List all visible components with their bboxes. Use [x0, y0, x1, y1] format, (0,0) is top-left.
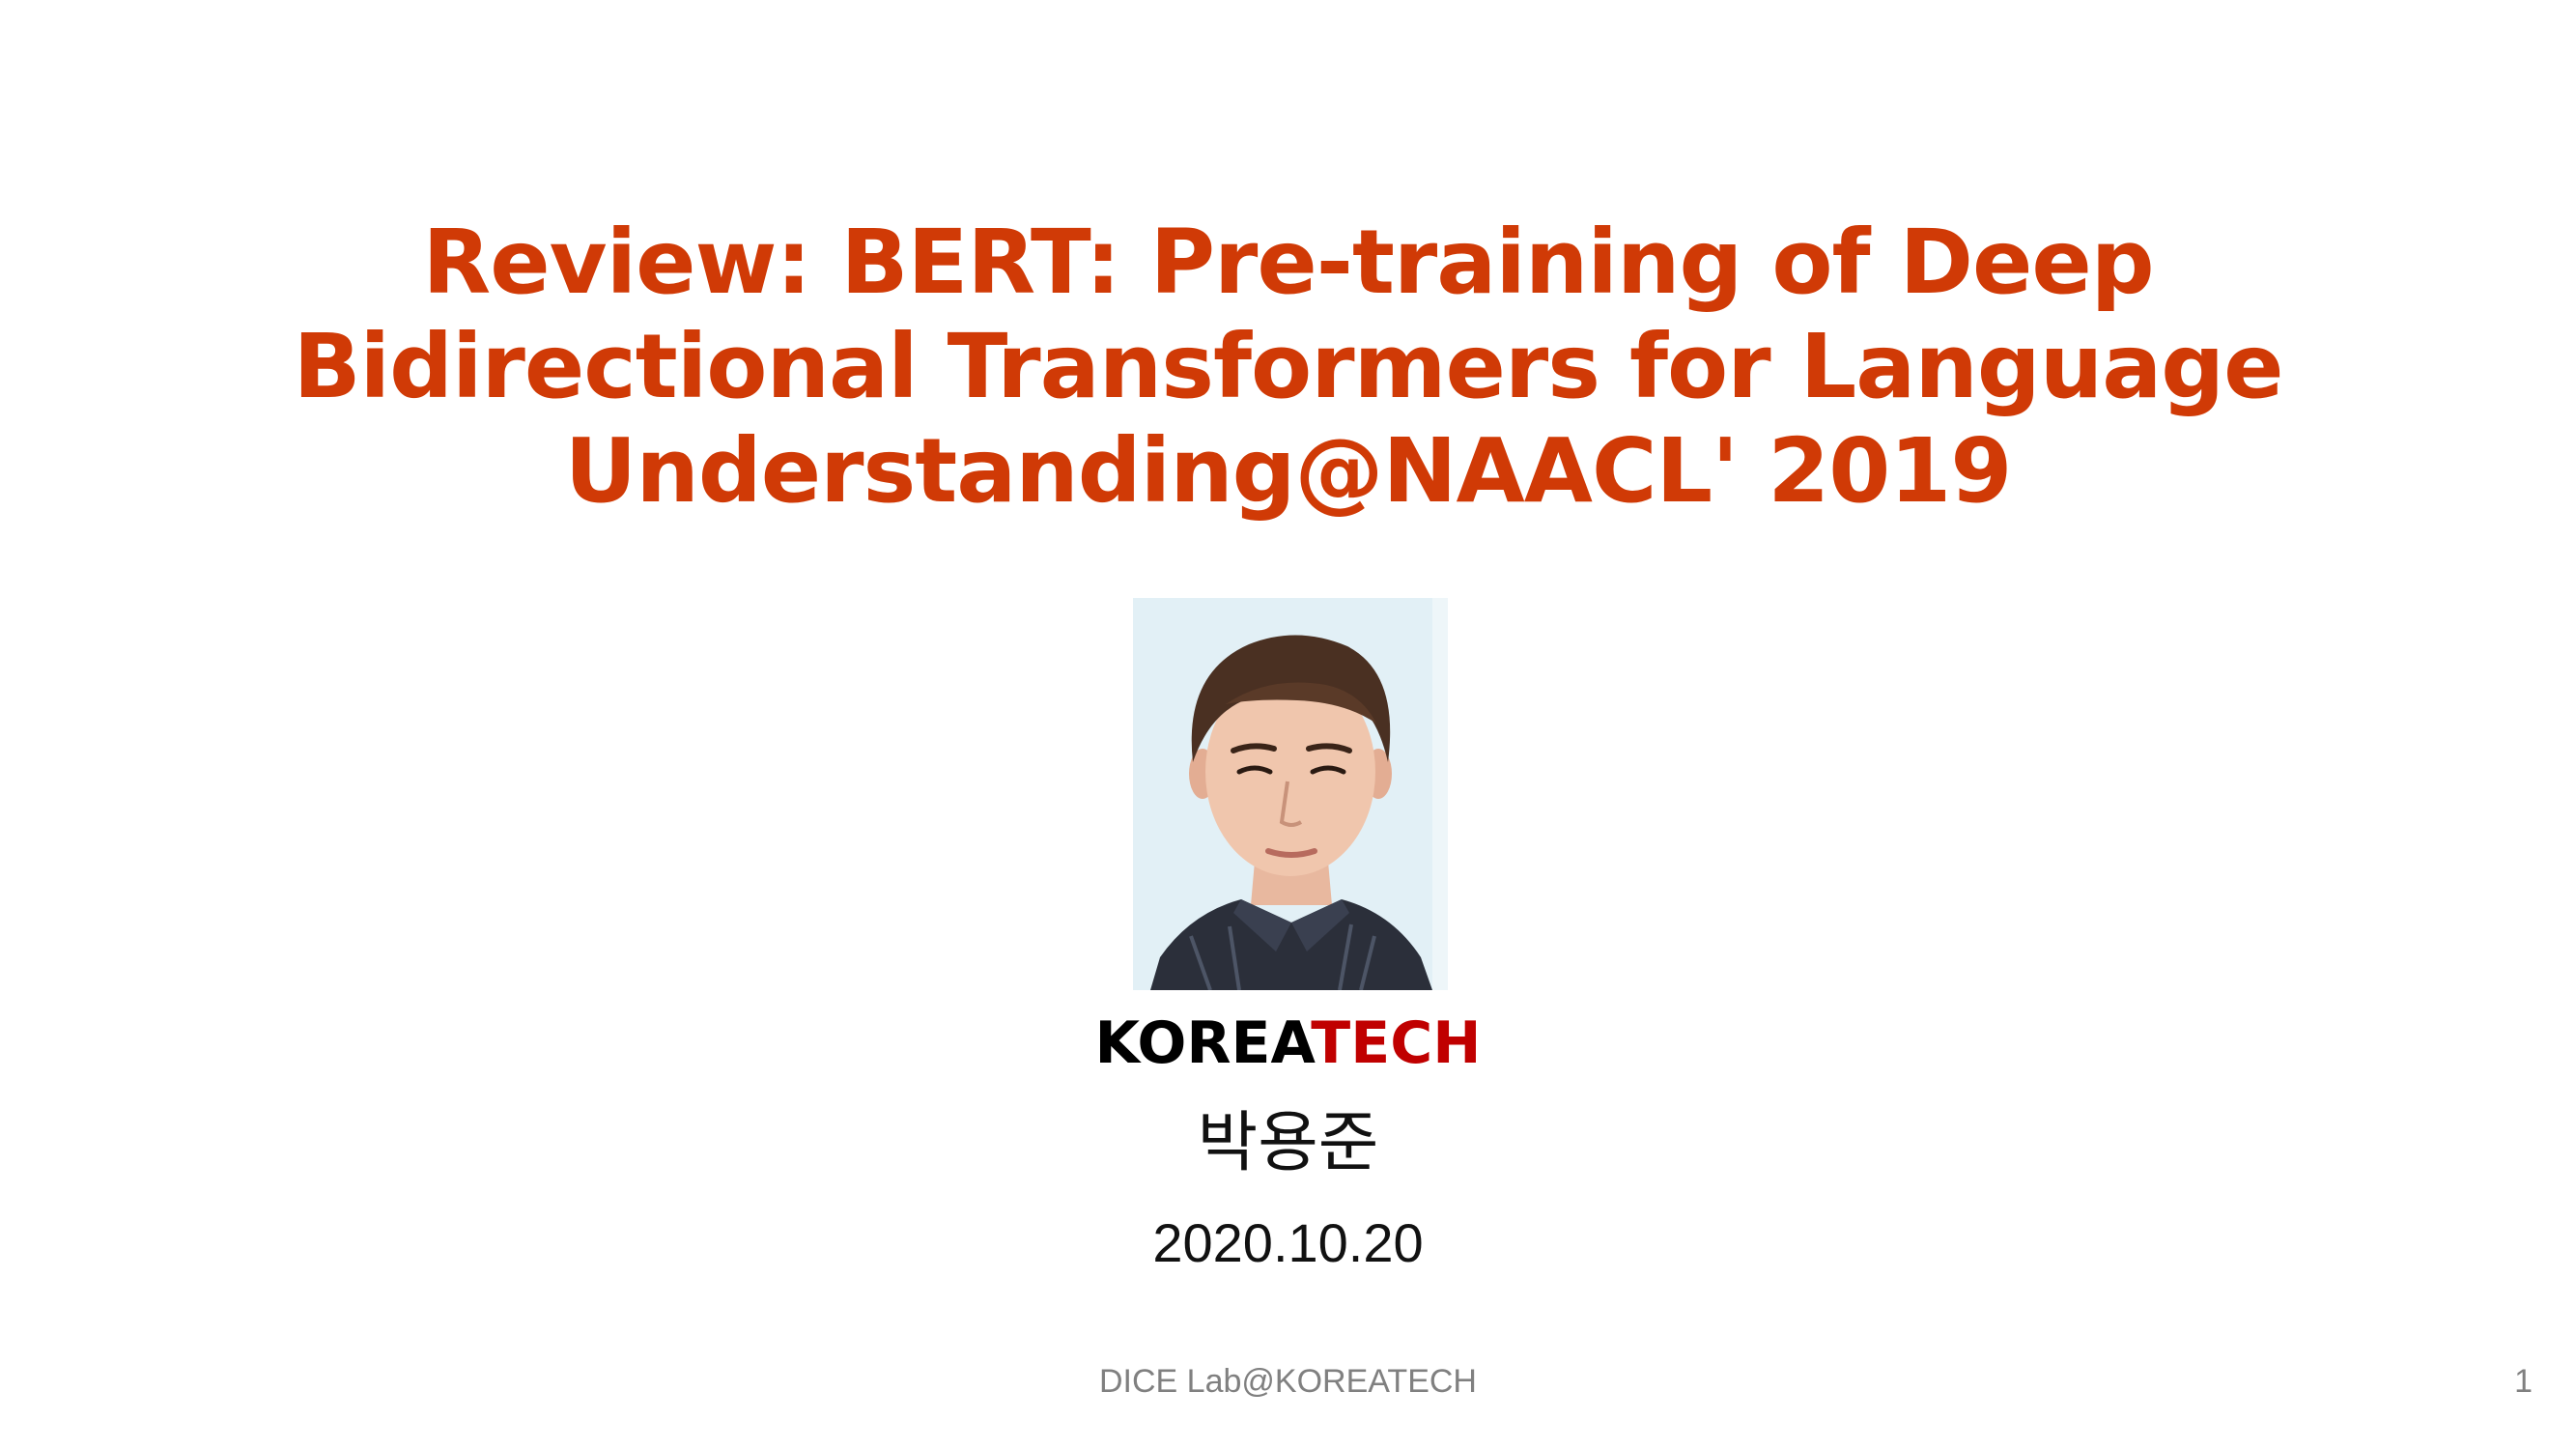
- presentation-date: 2020.10.20: [1152, 1212, 1424, 1273]
- title-line: Review: BERT: Pre-training of Deep: [422, 211, 2154, 314]
- author-name: 박용준: [1197, 1105, 1379, 1181]
- author-photo: [1133, 598, 1448, 990]
- slide-title: Review: BERT: Pre-training of Deep Bidir…: [0, 211, 2576, 524]
- institution-name: KOREATECH: [0, 1005, 2576, 1082]
- page-number: 1: [2514, 1363, 2533, 1400]
- title-line: Bidirectional Transformers for Language: [293, 315, 2283, 418]
- slide: Review: BERT: Pre-training of Deep Bidir…: [0, 0, 2576, 1449]
- institution-name-korea: KOREA: [1094, 1009, 1312, 1077]
- institution-name-tech: TECH: [1311, 1009, 1482, 1077]
- slide-footer: DICE Lab@KOREATECH: [1099, 1363, 1477, 1400]
- title-line: Understanding@NAACL' 2019: [564, 419, 2013, 523]
